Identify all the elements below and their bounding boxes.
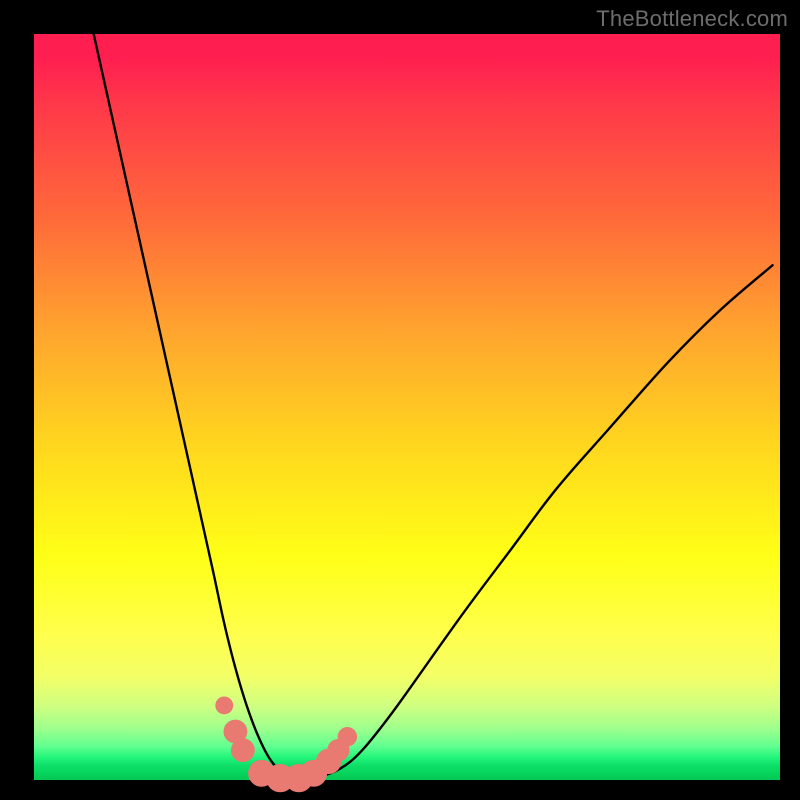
chart-frame: TheBottleneck.com (0, 0, 800, 800)
bottleneck-curve (94, 34, 773, 779)
bottleneck-curve-svg (34, 34, 780, 780)
curve-marker (215, 696, 233, 714)
watermark-text: TheBottleneck.com (596, 6, 788, 32)
curve-marker (231, 738, 255, 762)
curve-marker (338, 727, 357, 746)
curve-markers (215, 696, 357, 792)
